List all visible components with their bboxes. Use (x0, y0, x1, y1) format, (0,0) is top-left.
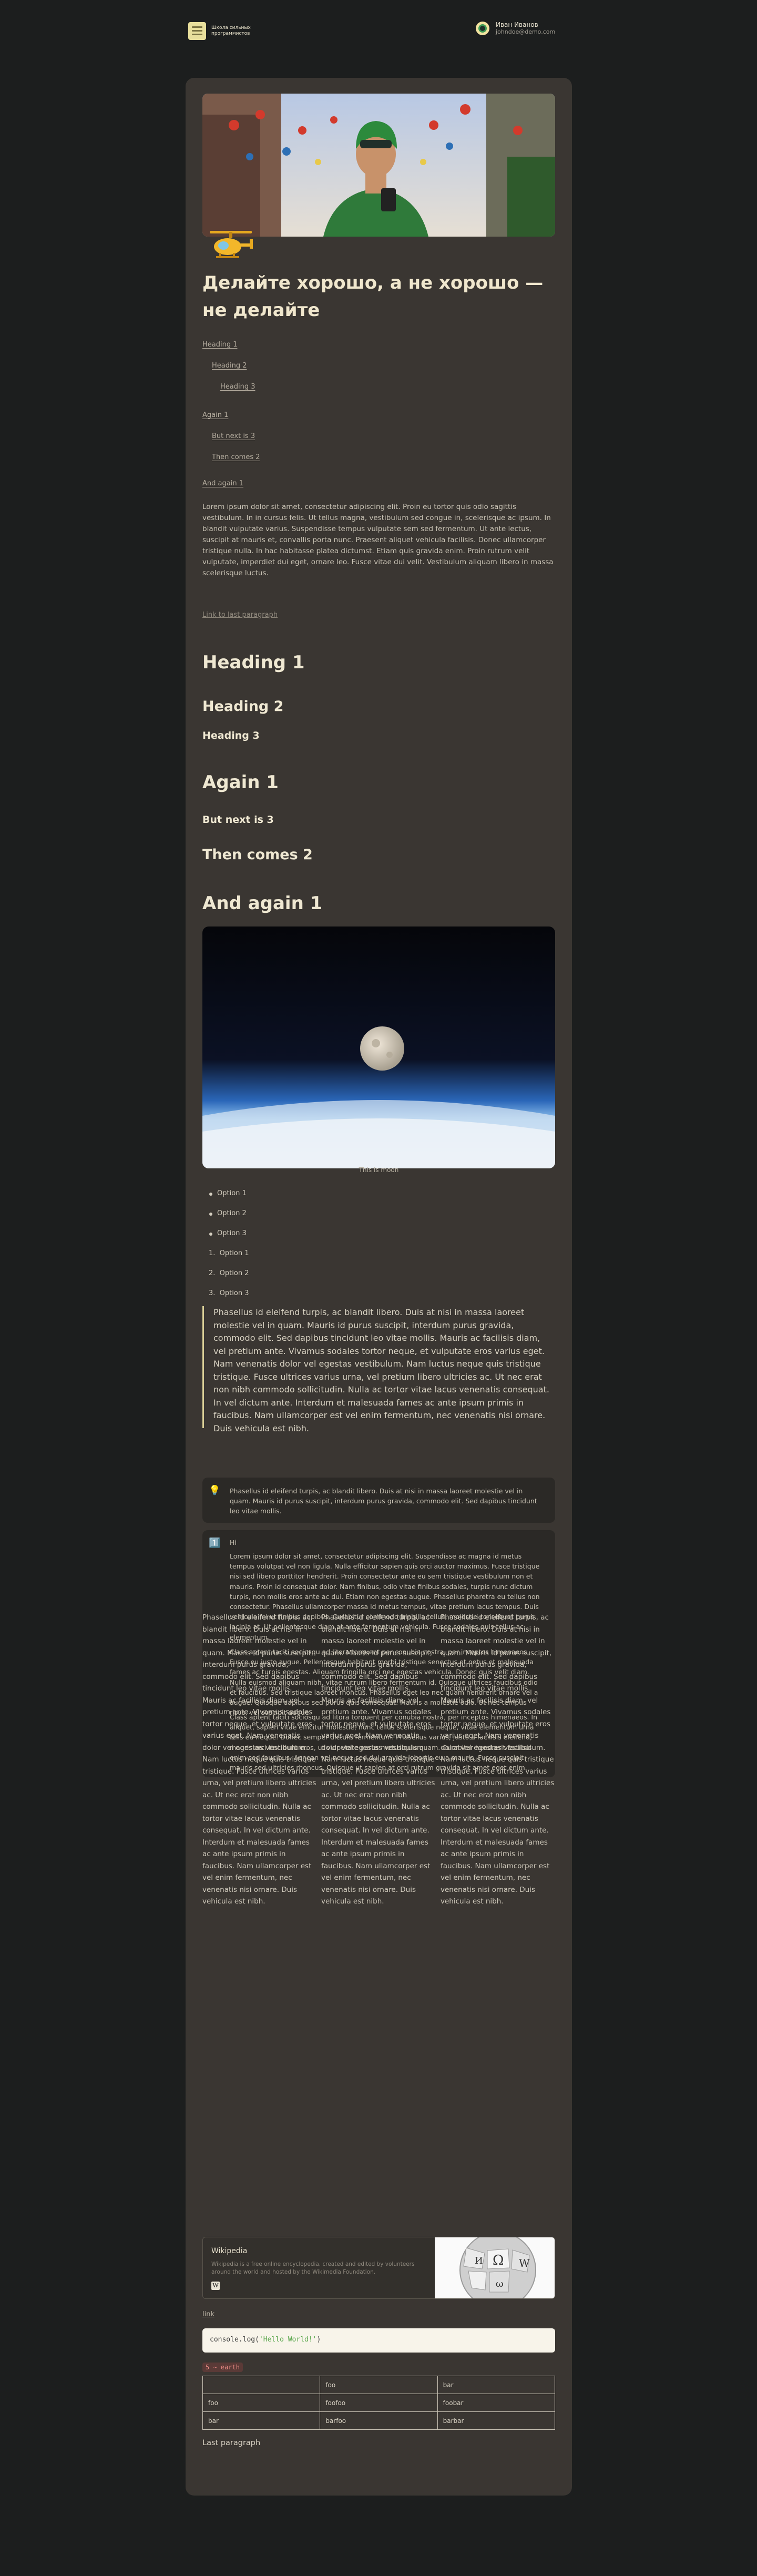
svg-text:Ω: Ω (493, 2253, 504, 2268)
heading-and-again-1: And again 1 (202, 893, 323, 914)
table-cell: foobar (437, 2394, 556, 2412)
table-cell: barfoo (320, 2411, 438, 2430)
table-row: bar barfoo barbar (202, 2411, 556, 2430)
avatar-icon (476, 21, 489, 35)
bookmark-title: Wikipedia (211, 2247, 248, 2255)
file-link[interactable]: link (202, 2310, 214, 2318)
toc-link[interactable]: Again 1 (202, 411, 228, 419)
moon-image (202, 926, 555, 1168)
link-to-last-paragraph[interactable]: Link to last paragraph (202, 611, 278, 619)
heading-then-2: Then comes 2 (202, 847, 313, 863)
user-name: Иван Иванов (496, 21, 538, 28)
hero-image (202, 94, 555, 237)
user-menu[interactable]: Иван Иванов johndoe@demo.com (476, 21, 555, 35)
table-cell: foo (202, 2394, 321, 2412)
callout: 💡 Phasellus id eleifend turpis, ac bland… (202, 1478, 555, 1523)
toc-link[interactable]: Heading 3 (220, 383, 255, 391)
table-row: foo bar (202, 2376, 556, 2394)
heading-2: Heading 2 (202, 698, 284, 715)
toc-link[interactable]: Heading 2 (212, 362, 247, 370)
image-caption: This is moon (359, 1166, 399, 1174)
wikipedia-bookmark[interactable]: Wikipedia Wikipedia is a free online enc… (202, 2237, 555, 2299)
toc-link[interactable]: Then comes 2 (212, 453, 260, 461)
table-cell: bar (437, 2376, 556, 2394)
toc-link[interactable]: But next is 3 (212, 432, 255, 440)
bookmark-description: Wikipedia is a free online encyclopedia,… (211, 2261, 415, 2275)
column-text: Phasellus id eleifend turpis, ac blandit… (202, 1613, 316, 1906)
intro-paragraph: Lorem ipsum dolor sit amet, consectetur … (202, 503, 554, 577)
top-bar: Школа сильных программистов Иван Иванов … (0, 0, 757, 63)
brand-name: Школа сильных программистов (211, 25, 251, 36)
table-cell: foofoo (320, 2394, 438, 2412)
brand[interactable]: Школа сильных программистов (188, 22, 259, 40)
table-row: foo foofoo foobar (202, 2394, 556, 2412)
lightbulb-icon: 💡 (209, 1485, 221, 1496)
svg-text:ω: ω (496, 2278, 504, 2289)
svg-text:И: И (475, 2255, 483, 2266)
list-item: Option 3 (209, 1229, 247, 1237)
toc-link[interactable]: And again 1 (202, 480, 243, 487)
inline-code: 5 ~ earth (202, 2363, 243, 2372)
toc-link[interactable]: Heading 1 (202, 341, 238, 349)
keycap-one-icon: 1️⃣ (209, 1538, 221, 1549)
page-title: Делайте хорошо, а не хорошо — не делайте (202, 272, 544, 321)
heading-again-1: Again 1 (202, 772, 279, 793)
heading-3: Heading 3 (202, 730, 260, 741)
table-cell (202, 2376, 321, 2394)
blockquote: Phasellus id eleifend turpis, ac blandit… (202, 1306, 555, 1433)
table-cell: barbar (437, 2411, 556, 2430)
brand-logo-icon (188, 22, 206, 40)
last-paragraph: Last paragraph (202, 2439, 261, 2447)
wikipedia-favicon-icon: W (211, 2282, 220, 2290)
list-item: 2. Option 2 (209, 1269, 249, 1277)
table-cell: foo (320, 2376, 438, 2394)
list-item: 1. Option 1 (209, 1249, 249, 1257)
heading-1: Heading 1 (202, 652, 305, 673)
user-email: johndoe@demo.com (496, 28, 556, 35)
column-text: Phasellus id eleifend turpis, ac blandit… (321, 1613, 435, 1906)
list-item: Option 1 (209, 1189, 247, 1197)
list-item: Option 2 (209, 1209, 247, 1217)
helicopter-icon (206, 228, 255, 264)
svg-text:W: W (519, 2257, 530, 2269)
table-cell: bar (202, 2411, 321, 2430)
column-text: Phasellus id eleifend turpis, ac blandit… (441, 1613, 555, 1906)
callout-title: Hi (230, 1539, 237, 1546)
code-block: console.log('Hello World!') (202, 2328, 555, 2353)
heading-next-3: But next is 3 (202, 814, 274, 826)
wikipedia-globe-icon: Ω W И ω (435, 2237, 555, 2298)
callout-text: Phasellus id eleifend turpis, ac blandit… (230, 1487, 537, 1515)
list-item: 3. Option 3 (209, 1289, 249, 1297)
article-card: Делайте хорошо, а не хорошо — не делайте… (186, 78, 572, 2496)
data-table: foo bar foo foofoo foobar bar barfoo bar… (202, 2376, 556, 2430)
